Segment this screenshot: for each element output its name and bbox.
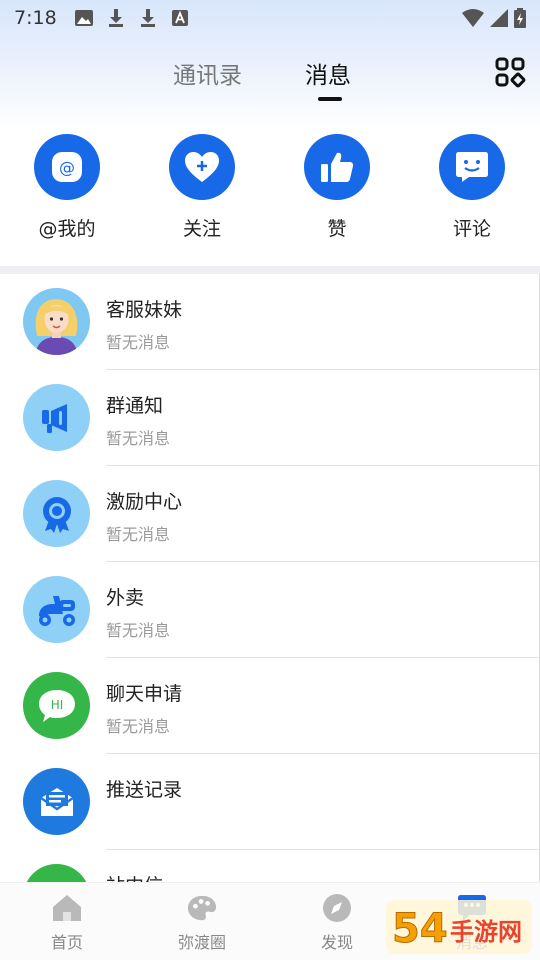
list-item-site-mail[interactable]: 站内信 bbox=[0, 850, 539, 882]
palette-icon bbox=[187, 893, 217, 923]
svg-text:@: @ bbox=[59, 158, 75, 177]
envelope-icon bbox=[23, 768, 90, 835]
home-icon bbox=[52, 893, 82, 923]
message-list: 客服妹妹 暂无消息 群通知 暂无消息 激励中心 暂无消息 外卖 暂无消息 HI … bbox=[0, 274, 540, 882]
nav-home-label: 首页 bbox=[50, 933, 83, 952]
list-item-title: 聊天申请 bbox=[106, 683, 183, 705]
apps-grid-icon[interactable] bbox=[494, 56, 526, 88]
active-tab-indicator bbox=[318, 97, 342, 101]
top-tabs: 通讯录 消息 bbox=[0, 56, 540, 106]
section-divider bbox=[0, 266, 540, 274]
quick-at-me[interactable]: @ @我的 bbox=[12, 134, 122, 241]
watermark-logo: 54 手游网 bbox=[384, 896, 534, 958]
compass-icon bbox=[322, 893, 352, 923]
quick-follow[interactable]: 关注 bbox=[147, 134, 257, 241]
nav-home[interactable]: 首页 bbox=[17, 893, 117, 953]
list-item-title: 激励中心 bbox=[106, 491, 183, 513]
list-item-subtitle: 暂无消息 bbox=[106, 621, 171, 640]
quick-comments-label: 评论 bbox=[452, 218, 491, 240]
download-icon-2 bbox=[139, 9, 157, 27]
medal-icon bbox=[23, 480, 90, 547]
heart-plus-icon bbox=[169, 134, 235, 200]
quick-comments[interactable]: 评论 bbox=[417, 134, 527, 241]
quick-likes-label: 赞 bbox=[327, 218, 347, 240]
svg-text:HI: HI bbox=[50, 698, 63, 712]
quick-follow-label: 关注 bbox=[182, 218, 221, 240]
list-item-push-records[interactable]: 推送记录 bbox=[0, 754, 539, 850]
list-item-subtitle: 暂无消息 bbox=[106, 333, 171, 352]
list-item-takeout[interactable]: 外卖 暂无消息 bbox=[0, 562, 539, 658]
nav-discover[interactable]: 发现 bbox=[287, 893, 387, 953]
list-item-customer-service[interactable]: 客服妹妹 暂无消息 bbox=[0, 274, 539, 370]
list-item-subtitle: 暂无消息 bbox=[106, 429, 171, 448]
list-item-subtitle: 暂无消息 bbox=[106, 717, 171, 736]
list-item-title: 推送记录 bbox=[106, 779, 183, 801]
svg-text:54: 54 bbox=[392, 906, 448, 952]
app-a-icon bbox=[171, 9, 189, 27]
signal-icon bbox=[490, 9, 508, 27]
status-bar: 7:18 bbox=[0, 0, 540, 36]
quick-likes[interactable]: 赞 bbox=[282, 134, 392, 241]
quick-at-me-label: @我的 bbox=[38, 218, 96, 240]
quick-actions: @ @我的 关注 赞 评论 bbox=[0, 134, 540, 248]
list-item-title: 客服妹妹 bbox=[106, 299, 183, 321]
hi-chat-icon: HI bbox=[23, 672, 90, 739]
nav-midu-circle[interactable]: 弥渡圈 bbox=[152, 893, 252, 953]
list-item-group-notice[interactable]: 群通知 暂无消息 bbox=[0, 370, 539, 466]
list-item-subtitle: 暂无消息 bbox=[106, 525, 171, 544]
scooter-icon bbox=[23, 576, 90, 643]
svg-text:手游网: 手游网 bbox=[450, 918, 522, 946]
image-notification-icon bbox=[74, 9, 93, 27]
customer-service-avatar bbox=[23, 288, 90, 355]
status-right bbox=[462, 8, 526, 28]
nav-midu-circle-label: 弥渡圈 bbox=[177, 933, 226, 952]
at-icon: @ bbox=[34, 134, 100, 200]
battery-icon bbox=[514, 8, 526, 28]
tab-messages[interactable]: 消息 bbox=[305, 56, 351, 90]
megaphone-icon bbox=[23, 384, 90, 451]
list-item-title: 群通知 bbox=[106, 395, 164, 417]
list-item-reward-center[interactable]: 激励中心 暂无消息 bbox=[0, 466, 539, 562]
list-item-title: 站内信 bbox=[106, 871, 163, 882]
list-item-title: 外卖 bbox=[106, 587, 145, 609]
nav-discover-label: 发现 bbox=[320, 933, 353, 952]
smile-chat-icon bbox=[439, 134, 505, 200]
wifi-icon bbox=[462, 9, 484, 27]
tab-contacts[interactable]: 通讯录 bbox=[173, 56, 242, 90]
site-mail-icon bbox=[23, 864, 90, 882]
list-item-chat-request[interactable]: HI 聊天申请 暂无消息 bbox=[0, 658, 539, 754]
download-icon bbox=[107, 9, 125, 27]
thumbs-up-icon bbox=[304, 134, 370, 200]
status-time: 7:18 bbox=[14, 7, 57, 29]
